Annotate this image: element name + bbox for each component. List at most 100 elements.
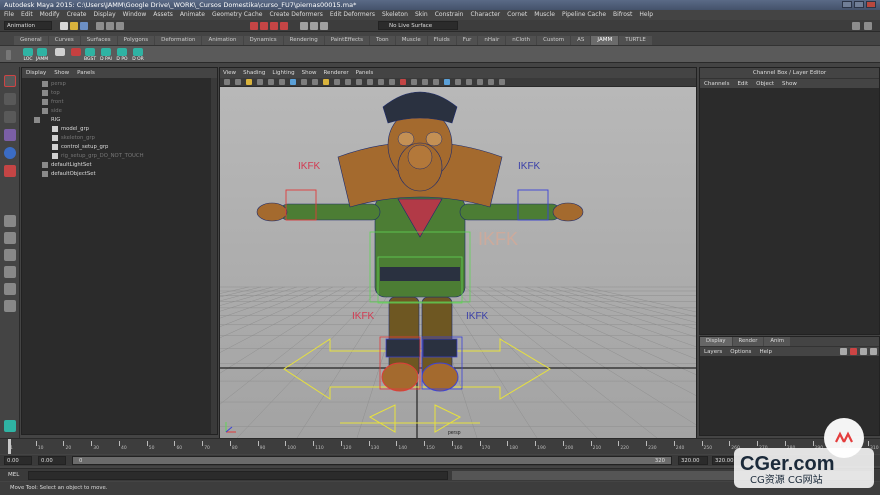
- select-component-icon[interactable]: [116, 22, 124, 30]
- viewport-menu-view[interactable]: View: [223, 68, 236, 78]
- layout-four-icon[interactable]: [4, 232, 16, 244]
- ipr-icon[interactable]: [310, 22, 318, 30]
- shelf-tab-fur[interactable]: Fur: [456, 36, 478, 45]
- menu-file[interactable]: File: [4, 10, 14, 20]
- menu-cornet[interactable]: Cornet: [507, 10, 527, 20]
- save-scene-icon[interactable]: [80, 22, 88, 30]
- shelf-button-loc[interactable]: LOC: [22, 48, 34, 62]
- layer-tab-render[interactable]: Render: [732, 337, 764, 346]
- ikfk-label-arm-left[interactable]: IKFK: [298, 161, 321, 172]
- outliner-item[interactable]: persp: [22, 80, 217, 89]
- viewport-tool-icon[interactable]: [411, 79, 417, 85]
- ikfk-label-leg-left[interactable]: IKFK: [352, 311, 375, 322]
- shelf-button-jamm[interactable]: JAMM: [36, 48, 48, 62]
- layout-side-icon[interactable]: [4, 249, 16, 261]
- shelf-tab-muscle[interactable]: Muscle: [395, 36, 427, 45]
- select-object-icon[interactable]: [106, 22, 114, 30]
- scale-tool-icon[interactable]: [4, 165, 16, 177]
- shelf-tab-surfaces[interactable]: Surfaces: [80, 36, 117, 45]
- select-tool-icon[interactable]: [4, 75, 16, 87]
- shelf-button-bgst[interactable]: BGST: [84, 48, 96, 62]
- layer-up-icon[interactable]: [860, 348, 867, 355]
- viewport-tool-icon[interactable]: [334, 79, 340, 85]
- menu-character[interactable]: Character: [471, 10, 501, 20]
- viewport-tool-icon[interactable]: [499, 79, 505, 85]
- viewport-tool-icon[interactable]: [279, 79, 285, 85]
- viewport-tool-icon[interactable]: [224, 79, 230, 85]
- viewport-tool-icon[interactable]: [323, 79, 329, 85]
- playback-end-field[interactable]: 320.00: [678, 456, 708, 465]
- render-icon[interactable]: [300, 22, 308, 30]
- outliner-item[interactable]: defaultObjectSet: [22, 170, 217, 179]
- live-surface-field[interactable]: No Live Surface: [378, 21, 458, 30]
- viewport-tool-icon[interactable]: [378, 79, 384, 85]
- viewport-tool-icon[interactable]: [477, 79, 483, 85]
- shelf-tab-polygons[interactable]: Polygons: [117, 36, 155, 45]
- viewport-tool-icon[interactable]: [433, 79, 439, 85]
- outliner-item[interactable]: top: [22, 89, 217, 98]
- lasso-tool-icon[interactable]: [4, 93, 16, 105]
- channel-box-menu-object[interactable]: Object: [756, 79, 774, 88]
- snap-curve-icon[interactable]: [260, 22, 268, 30]
- shelf-tab-dynamics[interactable]: Dynamics: [243, 36, 283, 45]
- shelf-tab-painteffects[interactable]: PaintEffects: [324, 36, 370, 45]
- shelf-tab-as[interactable]: AS: [571, 36, 591, 45]
- current-time-indicator[interactable]: [8, 439, 11, 454]
- snap-point-icon[interactable]: [270, 22, 278, 30]
- channel-box-menu-channels[interactable]: Channels: [704, 79, 729, 88]
- shelf-tab-turtle[interactable]: TURTLE: [619, 36, 652, 45]
- range-bar[interactable]: 0 320: [72, 456, 672, 465]
- menu-help[interactable]: Help: [639, 10, 653, 20]
- viewport-menu-lighting[interactable]: Lighting: [272, 68, 294, 78]
- menu-constrain[interactable]: Constrain: [435, 10, 464, 20]
- help-icon[interactable]: [4, 420, 16, 432]
- outliner-item[interactable]: side: [22, 107, 217, 116]
- outliner-menu-show[interactable]: Show: [54, 68, 69, 78]
- outliner-item[interactable]: model_grp: [22, 125, 217, 134]
- animation-start-field[interactable]: 0.00: [4, 456, 32, 465]
- channel-box-toggle-icon[interactable]: [864, 22, 872, 30]
- maximize-button[interactable]: [854, 1, 864, 8]
- open-scene-icon[interactable]: [70, 22, 78, 30]
- outliner-scrollbar[interactable]: [211, 78, 217, 434]
- viewport-tool-icon[interactable]: [356, 79, 362, 85]
- layer-menu-help[interactable]: Help: [759, 347, 772, 356]
- snap-grid-icon[interactable]: [250, 22, 258, 30]
- outliner-item[interactable]: control_setup_grp: [22, 143, 217, 152]
- menu-bifrost[interactable]: Bifrost: [613, 10, 632, 20]
- viewport-menu-panels[interactable]: Panels: [356, 68, 374, 78]
- channel-box-menu-show[interactable]: Show: [782, 79, 797, 88]
- shelf-button-script-1[interactable]: [54, 48, 66, 62]
- menu-window[interactable]: Window: [123, 10, 147, 20]
- shelf-menu-icon[interactable]: [6, 50, 11, 60]
- menu-skeleton[interactable]: Skeleton: [382, 10, 408, 20]
- layer-menu-options[interactable]: Options: [730, 347, 751, 356]
- menu-muscle[interactable]: Muscle: [534, 10, 555, 20]
- ikfk-label-arm-right[interactable]: IKFK: [518, 161, 541, 172]
- shelf-tab-toon[interactable]: Toon: [370, 36, 395, 45]
- layer-menu-layers[interactable]: Layers: [704, 347, 722, 356]
- outliner-item[interactable]: skeleton_grp: [22, 134, 217, 143]
- viewport-tool-icon[interactable]: [422, 79, 428, 85]
- playback-start-field[interactable]: 0.00: [38, 456, 66, 465]
- menu-pipeline-cache[interactable]: Pipeline Cache: [562, 10, 606, 20]
- ikfk-label-leg-right[interactable]: IKFK: [466, 311, 489, 322]
- viewport-canvas[interactable]: IKFK IKFK IKFK IKFK IKFK persp: [0, 87, 880, 439]
- shelf-button-script-2[interactable]: [70, 48, 82, 62]
- shelf-tab-deformation[interactable]: Deformation: [155, 36, 202, 45]
- outliner-menu-panels[interactable]: Panels: [77, 68, 95, 78]
- menu-create[interactable]: Create: [67, 10, 87, 20]
- viewport-menu-renderer[interactable]: Renderer: [323, 68, 348, 78]
- viewport-tool-icon[interactable]: [367, 79, 373, 85]
- shelf-tab-general[interactable]: General: [14, 36, 48, 45]
- close-button[interactable]: [866, 1, 876, 8]
- viewport-tool-icon[interactable]: [290, 79, 296, 85]
- shelf-tab-ncloth[interactable]: nCloth: [506, 36, 537, 45]
- render-settings-icon[interactable]: [320, 22, 328, 30]
- viewport-tool-icon[interactable]: [301, 79, 307, 85]
- minimize-button[interactable]: [842, 1, 852, 8]
- viewport-menu-show[interactable]: Show: [302, 68, 317, 78]
- new-layer-selected-icon[interactable]: [850, 348, 857, 355]
- shelf-tab-curves[interactable]: Curves: [48, 36, 80, 45]
- menu-display[interactable]: Display: [94, 10, 116, 20]
